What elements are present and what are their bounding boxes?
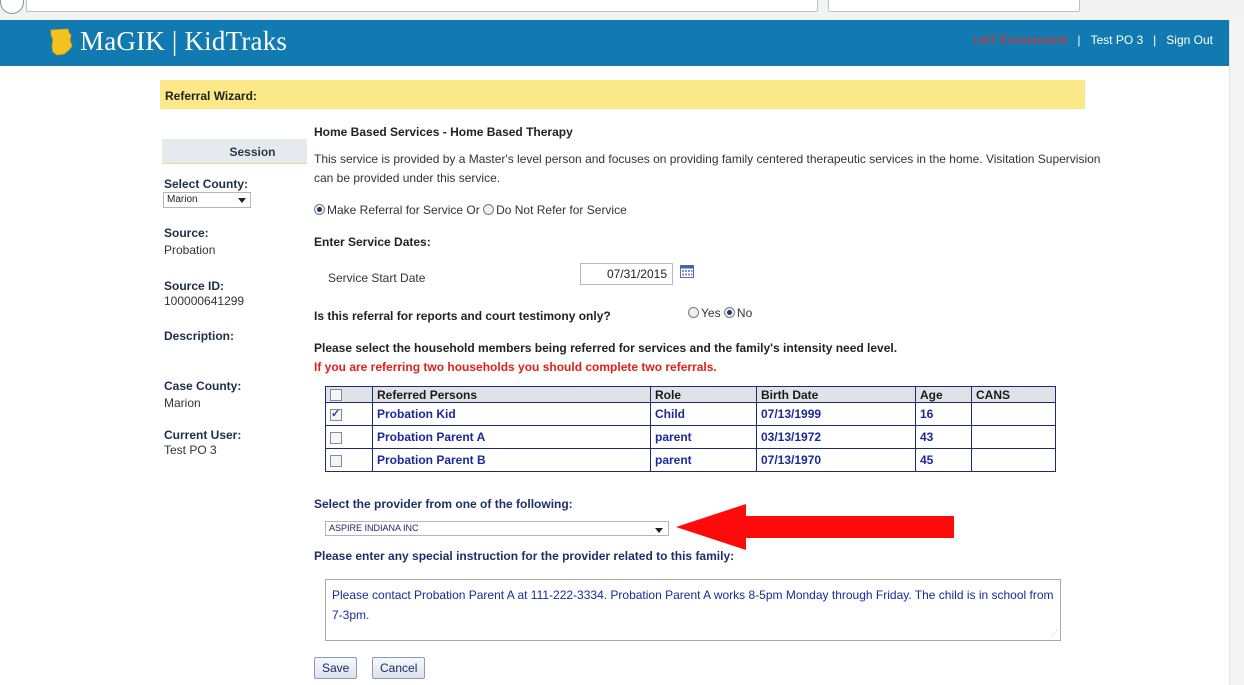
source-id-value: 100000641299 [164,294,245,308]
table-row: Probation Parent B parent 07/13/1970 45 [325,448,1056,472]
browser-back-button[interactable] [0,0,24,14]
service-dates-heading: Enter Service Dates: [314,235,431,249]
special-instruction-text: Please contact Probation Parent A at 111… [332,588,1054,622]
make-referral-label: Make Referral for Service Or [327,203,480,217]
person-cans [971,448,1056,472]
row-checkbox[interactable] [330,454,342,467]
service-title: Home Based Services - Home Based Therapy [314,125,573,139]
row-checkbox[interactable] [330,407,342,421]
court-testimony-choice: Yes No [688,306,752,320]
app-logo-title: MaGIK | KidTraks [80,26,288,56]
chevron-down-icon [238,198,246,203]
col-header-persons: Referred Persons [372,386,651,403]
person-cans [971,425,1056,449]
col-header-cans: CANS [971,386,1056,403]
special-instruction-question: Please enter any special instruction for… [314,549,735,563]
person-age: 45 [915,448,972,472]
chevron-down-icon [655,528,663,533]
household-question: Please select the household members bein… [314,341,898,355]
referral-choice: Make Referral for Service Or Do Not Refe… [314,203,627,217]
browser-toolbar [0,0,1244,21]
person-role: Child [650,402,757,426]
select-county-label: Select County: [164,177,249,191]
provider-select-value: ASPIRE INDIANA INC [329,523,419,533]
start-date-label: Service Start Date [328,271,426,285]
sign-out-link[interactable]: Sign Out [1166,33,1213,47]
person-cans [971,402,1056,426]
environment-label: UAT Environment [973,33,1068,47]
provider-question: Select the provider from one of the foll… [314,497,573,511]
browser-search-field[interactable] [828,0,1080,12]
service-description: This service is provided by a Master's l… [314,152,1101,185]
case-county-label: Case County: [164,379,242,393]
header-separator: | [1153,33,1157,47]
person-birth-date: 07/13/1970 [756,448,916,472]
page-scrollbar[interactable] [1229,20,1244,685]
table-header-row: Referred Persons Role Birth Date Age CAN… [325,386,1056,403]
person-age: 43 [915,425,972,449]
source-id-label: Source ID: [164,279,225,293]
person-role: parent [650,448,757,472]
make-referral-radio[interactable] [314,204,325,216]
provider-select[interactable]: ASPIRE INDIANA INC [325,521,669,536]
row-select-cell [325,425,373,449]
save-button[interactable]: Save [314,657,358,679]
person-birth-date: 03/13/1972 [756,425,916,449]
session-heading: Session [229,145,276,159]
wizard-title: Referral Wizard: [165,89,257,103]
col-header-age: Age [915,386,972,403]
do-not-refer-radio[interactable] [483,204,495,216]
cancel-button[interactable]: Cancel [372,657,426,679]
current-user-label: Current User: [164,428,242,442]
source-value: Probation [164,243,216,257]
red-arrow-annotation-icon [676,504,954,550]
header-links: UAT Environment | Test PO 3 | Sign Out [974,33,1213,47]
wizard-banner [160,80,1085,109]
court-testimony-question: Is this referral for reports and court t… [314,309,611,323]
select-all-checkbox[interactable] [330,389,342,402]
source-label: Source: [164,226,209,240]
resize-grip-icon[interactable]: ⋰ [1050,630,1058,638]
address-bar[interactable] [26,0,818,12]
case-county-value: Marion [164,396,201,410]
user-link[interactable]: Test PO 3 [1090,33,1143,47]
person-name: Probation Parent B [372,448,651,472]
person-age: 16 [915,402,972,426]
row-select-cell [325,402,373,426]
header-separator: | [1077,33,1081,47]
table-row: Probation Kid Child 07/13/1999 16 [325,402,1056,426]
county-select[interactable]: Marion [163,192,251,208]
do-not-refer-label: Do Not Refer for Service [496,203,627,217]
row-checkbox[interactable] [330,431,342,444]
person-name: Probation Kid [372,402,651,426]
select-all-cell [325,386,373,403]
indiana-state-icon [50,28,73,56]
person-role: parent [650,425,757,449]
description-label: Description: [164,329,235,343]
court-yes-label: Yes [701,306,721,320]
county-select-value: Marion [167,194,198,205]
row-select-cell [325,448,373,472]
special-instruction-textarea[interactable]: Please contact Probation Parent A at 111… [325,579,1061,641]
court-yes-radio[interactable] [688,307,699,319]
referred-persons-table: Referred Persons Role Birth Date Age CAN… [325,386,1056,472]
household-warning: If you are referring two households you … [314,360,717,374]
calendar-icon[interactable] [680,265,694,278]
current-user-value: Test PO 3 [164,443,217,457]
person-name: Probation Parent A [372,425,651,449]
table-row: Probation Parent A parent 03/13/1972 43 [325,425,1056,449]
start-date-input[interactable]: 07/31/2015 [580,263,673,285]
col-header-role: Role [650,386,757,403]
court-no-label: No [736,306,753,320]
court-no-radio[interactable] [723,307,735,319]
col-header-birth-date: Birth Date [756,386,916,403]
person-birth-date: 07/13/1999 [756,402,916,426]
